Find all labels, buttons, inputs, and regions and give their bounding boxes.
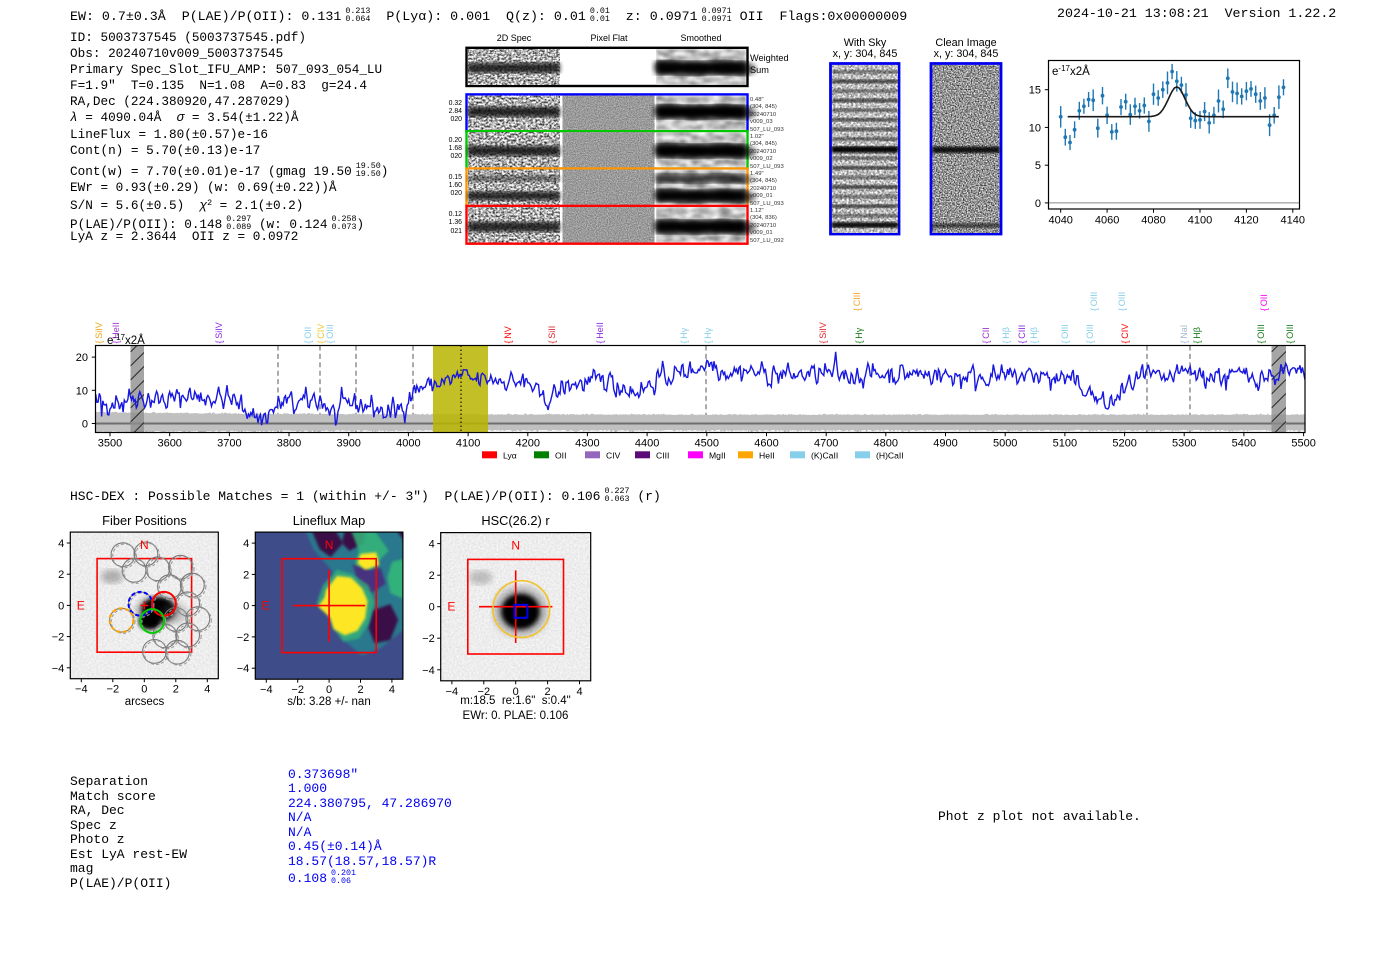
svg-text:−4: −4 — [260, 684, 273, 696]
svg-text:0: 0 — [58, 600, 64, 612]
svg-text:4600: 4600 — [754, 438, 778, 450]
svg-text:−4: −4 — [237, 663, 250, 675]
svg-text:{ CIV: { CIV — [1120, 324, 1130, 344]
svg-text:{ SiIV: { SiIV — [818, 322, 828, 343]
svg-text:HeII: HeII — [759, 450, 775, 460]
svg-text:{ OII: { OII — [1259, 294, 1269, 311]
svg-text:5200: 5200 — [1112, 438, 1136, 450]
svg-text:{ Hβ: { Hβ — [1001, 327, 1011, 343]
svg-text:{ Hβ: { Hβ — [1029, 327, 1039, 343]
svg-text:{ OIII: { OIII — [1285, 324, 1295, 343]
svg-text:(K)CaII: (K)CaII — [811, 450, 838, 460]
svg-text:−4: −4 — [422, 665, 435, 677]
svg-text:E: E — [77, 598, 85, 612]
svg-text:{ OIII: { OIII — [1089, 292, 1099, 311]
svg-text:5300: 5300 — [1172, 438, 1196, 450]
svg-text:5400: 5400 — [1232, 438, 1256, 450]
svg-text:0: 0 — [429, 602, 435, 614]
svg-text:2: 2 — [58, 569, 64, 581]
svg-text:{ NaI: { NaI — [1179, 325, 1189, 344]
svg-text:−2: −2 — [422, 633, 435, 645]
svg-text:0: 0 — [243, 601, 249, 613]
svg-text:{ OIII: { OIII — [1117, 292, 1127, 311]
svg-text:−2: −2 — [291, 684, 304, 696]
svg-text:2: 2 — [357, 684, 363, 696]
svg-text:E: E — [262, 599, 270, 613]
svg-text:2: 2 — [243, 569, 249, 581]
svg-text:MgII: MgII — [709, 450, 726, 460]
svg-text:4900: 4900 — [933, 438, 957, 450]
svg-text:E: E — [447, 600, 455, 614]
svg-text:{ OIII: { OIII — [1256, 324, 1266, 343]
svg-text:−4: −4 — [75, 684, 88, 696]
svg-text:2: 2 — [173, 684, 179, 696]
svg-text:4: 4 — [576, 686, 582, 698]
svg-text:4: 4 — [204, 684, 210, 696]
svg-text:0: 0 — [326, 684, 332, 696]
svg-text:4700: 4700 — [814, 438, 838, 450]
svg-text:N: N — [140, 538, 149, 552]
svg-text:{ Hγ: { Hγ — [679, 327, 689, 343]
svg-text:0: 0 — [141, 684, 147, 696]
svg-text:2: 2 — [429, 570, 435, 582]
svg-text:{ Hγ: { Hγ — [854, 327, 864, 343]
svg-text:4800: 4800 — [874, 438, 898, 450]
svg-text:4500: 4500 — [695, 438, 719, 450]
svg-text:(H)CaII: (H)CaII — [876, 450, 904, 460]
svg-text:N: N — [325, 538, 334, 552]
svg-text:4: 4 — [429, 539, 435, 551]
svg-text:4: 4 — [243, 538, 249, 550]
svg-text:{ CII: { CII — [981, 327, 991, 343]
svg-text:{ Hβ: { Hβ — [1192, 327, 1202, 343]
svg-text:{ CIII: { CIII — [1017, 325, 1027, 344]
svg-text:5000: 5000 — [993, 438, 1017, 450]
svg-text:4: 4 — [389, 684, 395, 696]
svg-text:−4: −4 — [52, 663, 65, 675]
svg-text:−4: −4 — [446, 686, 459, 698]
svg-text:5500: 5500 — [1291, 438, 1315, 450]
svg-text:{ CIII: { CIII — [852, 292, 862, 311]
svg-text:{ Hγ: { Hγ — [703, 327, 713, 343]
svg-text:{ OIII: { OIII — [1060, 324, 1070, 343]
svg-text:5100: 5100 — [1053, 438, 1077, 450]
svg-text:−2: −2 — [107, 684, 120, 696]
svg-text:−2: −2 — [52, 632, 65, 644]
svg-text:−2: −2 — [237, 632, 250, 644]
svg-text:N: N — [511, 539, 520, 553]
svg-text:4: 4 — [58, 538, 64, 550]
svg-text:{ OIII: { OIII — [1085, 324, 1095, 343]
